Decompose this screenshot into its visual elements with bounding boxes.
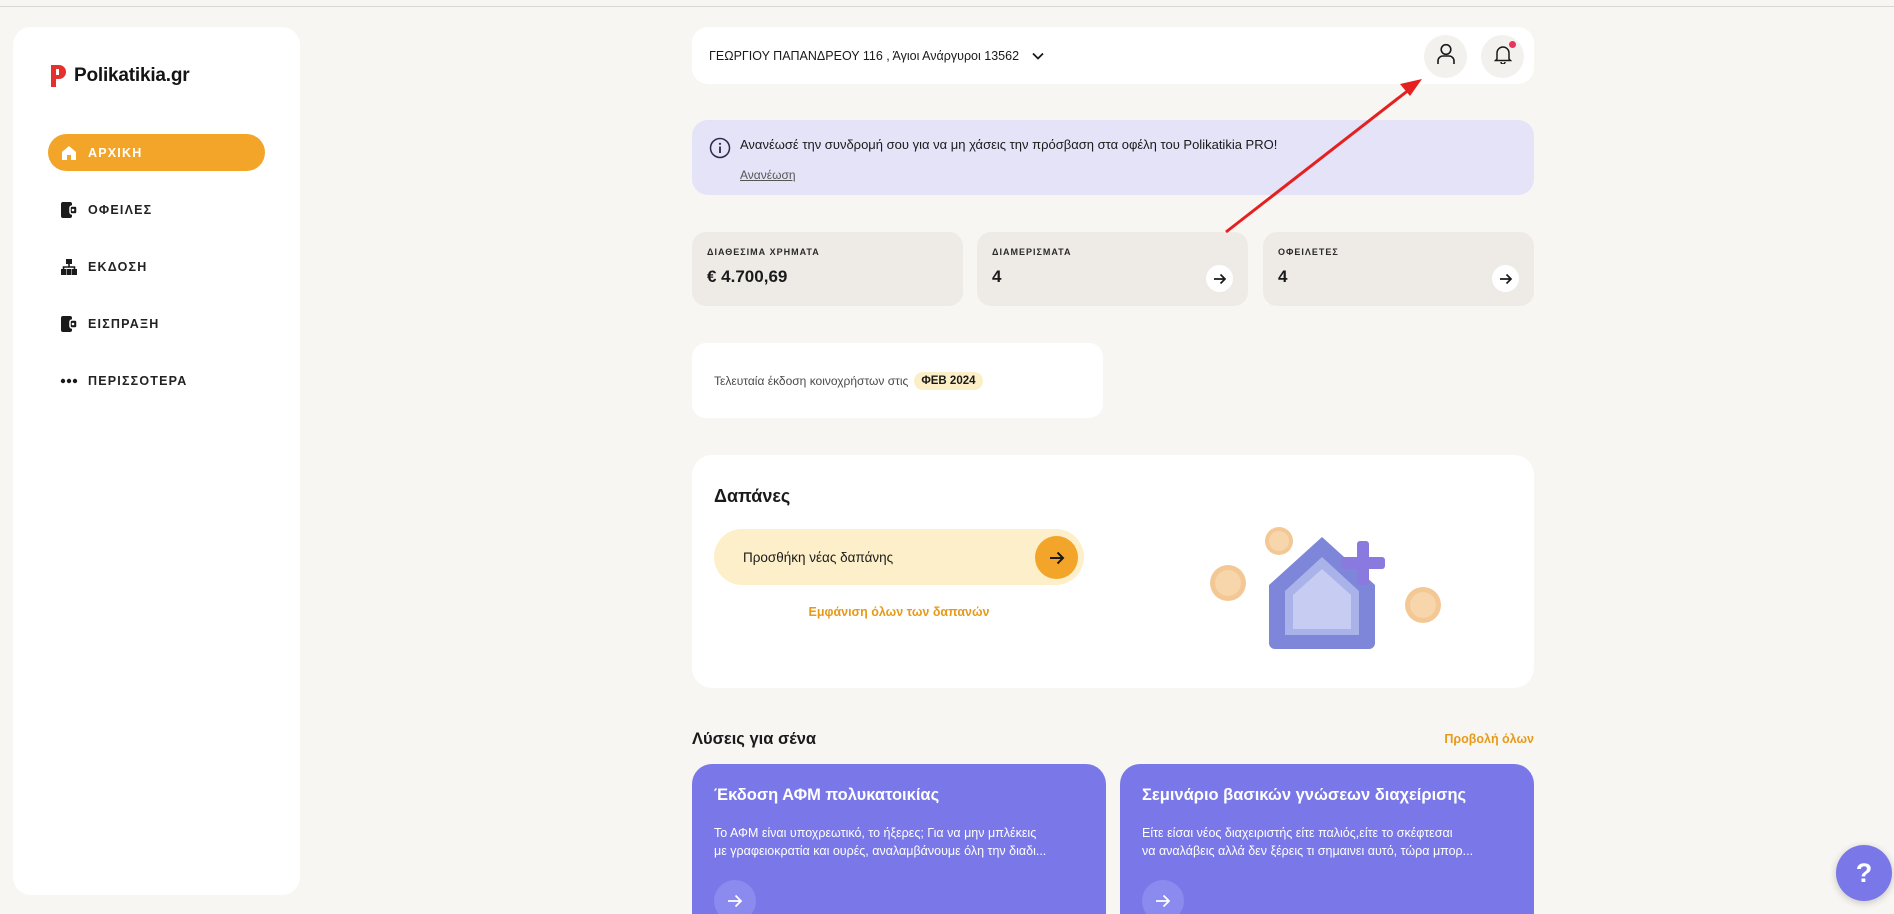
building-selector[interactable]: ΓΕΩΡΓΙΟΥ ΠΑΠΑΝΔΡΕΟΥ 116 , Άγιοι Ανάργυρο…: [692, 27, 1534, 84]
solution-description-line: να αναλάβεις αλλά δεν ξέρεις τι σημαινει…: [1142, 844, 1474, 858]
debtors-card[interactable]: ΟΦΕΙΛΕΤΕΣ 4: [1263, 232, 1534, 306]
stat-value: 4: [1278, 267, 1288, 286]
solution-description: Είτε είσαι νέος διαχειριστής είτε παλιός…: [1142, 824, 1517, 860]
wallet-icon: [60, 315, 78, 333]
wallet-icon: [60, 201, 78, 219]
help-button[interactable]: ?: [1836, 845, 1892, 901]
last-issue-text: Τελευταία έκδοση κοινοχρήστων στις: [714, 373, 909, 388]
sidebar: Polikatikia.gr ΑΡΧΙΚΗ ΟΦΕΙΛΕΣ ΕΚΔΟΣΗ ΕΙΣ…: [13, 27, 300, 895]
building-address[interactable]: ΓΕΩΡΓΙΟΥ ΠΑΠΑΝΔΡΕΟΥ 116 , Άγιοι Ανάργυρο…: [709, 49, 1019, 63]
stat-label: ΟΦΕΙΛΕΤΕΣ: [1278, 247, 1339, 257]
solution-description: Το ΑΦΜ είναι υποχρεωτικό, το ήξερες; Για…: [714, 824, 1089, 860]
sidebar-item-label: ΟΦΕΙΛΕΣ: [88, 202, 153, 217]
user-icon: [1436, 43, 1456, 70]
arrow-right-icon[interactable]: [1035, 536, 1078, 579]
sidebar-item-debts[interactable]: ΟΦΕΙΛΕΣ: [48, 191, 265, 228]
arrow-right-icon[interactable]: [714, 880, 756, 914]
last-issue-card: Τελευταία έκδοση κοινοχρήστων στις ΦΕΒ 2…: [692, 343, 1103, 418]
stat-label: ΔΙΑΘΕΣΙΜΑ ΧΡΗΜΑΤΑ: [707, 247, 820, 257]
solution-card-afm[interactable]: Έκδοση ΑΦΜ πολυκατοικίας Το ΑΦΜ είναι υπ…: [692, 764, 1106, 914]
house-coins-illustration: [1210, 527, 1441, 649]
logo-text: Polikatikia.gr: [74, 65, 190, 86]
renew-link[interactable]: Ανανέωση: [740, 168, 796, 182]
add-expense-label: Προσθήκη νέας δαπάνης: [743, 549, 894, 565]
show-all-expenses-link[interactable]: Εμφάνιση όλων των δαπανών: [714, 605, 1084, 619]
expenses-card: Δαπάνες Προσθήκη νέας δαπάνης Εμφάνιση ό…: [692, 455, 1534, 688]
solution-title: Έκδοση ΑΦΜ πολυκατοικίας: [714, 786, 940, 804]
expenses-title: Δαπάνες: [714, 486, 791, 506]
sidebar-item-label: ΑΡΧΙΚΗ: [88, 145, 143, 160]
solution-description-line: Το ΑΦΜ είναι υποχρεωτικό, το ήξερες; Για…: [714, 826, 1037, 840]
chevron-down-icon[interactable]: [1031, 49, 1045, 63]
stat-value: € 4.700,69: [707, 267, 788, 286]
sidebar-item-label: ΕΚΔΟΣΗ: [88, 259, 148, 274]
solution-description-line: Είτε είσαι νέος διαχειριστής είτε παλιός…: [1142, 826, 1453, 840]
profile-button[interactable]: [1424, 35, 1467, 78]
stat-label: ΔΙΑΜΕΡΙΣΜΑΤΑ: [992, 247, 1072, 257]
sidebar-nav: ΑΡΧΙΚΗ ΟΦΕΙΛΕΣ ΕΚΔΟΣΗ ΕΙΣΠΡΑΞΗ ΠΕΡΙΣΣΟΤΕ…: [48, 134, 265, 419]
arrow-right-icon[interactable]: [1206, 265, 1233, 292]
sidebar-item-home[interactable]: ΑΡΧΙΚΗ: [48, 134, 265, 171]
last-issue-badge: ΦΕΒ 2024: [914, 371, 983, 390]
info-icon: [709, 137, 731, 159]
more-dots-icon: [60, 372, 78, 390]
logo[interactable]: Polikatikia.gr: [48, 63, 190, 89]
top-divider: [0, 6, 1894, 7]
arrow-right-icon[interactable]: [1142, 880, 1184, 914]
home-icon: [60, 144, 78, 162]
apartments-card[interactable]: ΔΙΑΜΕΡΙΣΜΑΤΑ 4: [977, 232, 1248, 306]
notification-dot: [1509, 41, 1516, 48]
sidebar-item-label: ΠΕΡΙΣΣΟΤΕΡΑ: [88, 373, 188, 388]
available-funds-card: ΔΙΑΘΕΣΙΜΑ ΧΡΗΜΑΤΑ € 4.700,69: [692, 232, 963, 306]
banner-message: Ανανέωσέ την συνδρομή σου για να μη χάσε…: [740, 137, 1278, 152]
notifications-button[interactable]: [1481, 35, 1524, 78]
sidebar-item-issue[interactable]: ΕΚΔΟΣΗ: [48, 248, 265, 285]
arrow-right-icon[interactable]: [1492, 265, 1519, 292]
logo-icon: [48, 63, 68, 89]
solution-title: Σεμινάριο βασικών γνώσεων διαχείρισης: [1142, 786, 1467, 804]
solution-card-seminar[interactable]: Σεμινάριο βασικών γνώσεων διαχείρισης Εί…: [1120, 764, 1534, 914]
view-all-solutions-link[interactable]: Προβολή όλων: [1444, 732, 1534, 746]
hierarchy-icon: [60, 258, 78, 276]
bell-icon: [1493, 44, 1512, 69]
solutions-title: Λύσεις για σένα: [692, 730, 817, 748]
sidebar-item-label: ΕΙΣΠΡΑΞΗ: [88, 316, 160, 331]
renewal-banner: Ανανέωσέ την συνδρομή σου για να μη χάσε…: [692, 120, 1534, 195]
solution-description-line: με γραφειοκρατία και ουρές, αναλαμβάνουμ…: [714, 844, 1047, 858]
sidebar-item-collection[interactable]: ΕΙΣΠΡΑΞΗ: [48, 305, 265, 342]
stat-value: 4: [992, 267, 1002, 286]
sidebar-item-more[interactable]: ΠΕΡΙΣΣΟΤΕΡΑ: [48, 362, 265, 399]
add-expense-button[interactable]: Προσθήκη νέας δαπάνης: [714, 529, 1084, 585]
